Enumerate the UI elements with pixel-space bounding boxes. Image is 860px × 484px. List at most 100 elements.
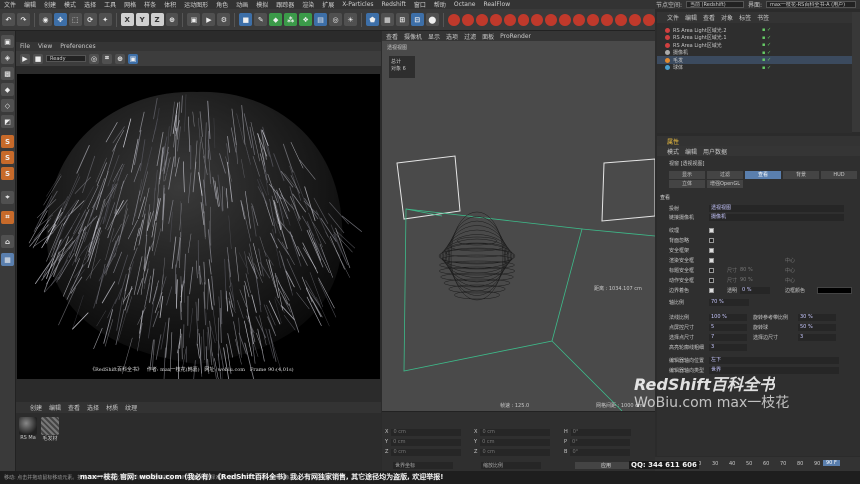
material-menu-item[interactable]: 编辑 xyxy=(49,403,61,412)
menu-item[interactable]: 工具 xyxy=(100,0,120,9)
render-view-menu-item[interactable]: Preferences xyxy=(60,43,95,50)
redshift-icon-10[interactable] xyxy=(573,13,586,26)
render-stop-icon[interactable]: ■ xyxy=(33,53,43,64)
drop-icon[interactable]: ⬤ xyxy=(425,13,439,26)
material-menu-item[interactable]: 创建 xyxy=(30,403,42,412)
rot-h-input[interactable]: 0° xyxy=(570,429,631,436)
render-view-icon[interactable]: ▣ xyxy=(187,13,201,26)
pen-icon[interactable]: ✎ xyxy=(254,13,268,26)
viewport-menu-item[interactable]: ProRender xyxy=(500,33,531,40)
render-play-icon[interactable]: ▶ xyxy=(20,53,30,64)
region-icon[interactable]: ▣ xyxy=(128,53,138,64)
menu-item[interactable]: 帮助 xyxy=(430,0,450,9)
apply-button[interactable]: 应用 xyxy=(575,462,635,469)
tag-icon[interactable]: ⬟ xyxy=(365,13,379,26)
menu-item[interactable]: 模式 xyxy=(60,0,80,9)
object-menu-item[interactable]: 查看 xyxy=(703,13,715,22)
polygons-mode-icon[interactable]: ◩ xyxy=(1,115,14,128)
texture-mode-icon[interactable]: ▩ xyxy=(1,67,14,80)
timeline-current-frame[interactable]: 90 F xyxy=(823,460,840,466)
transparency-field[interactable]: 0 % xyxy=(740,287,770,294)
render-picture-viewer-icon[interactable]: ▶ xyxy=(202,13,216,26)
rotate-icon[interactable]: ⟳ xyxy=(83,13,97,26)
visibility-icon[interactable]: ▪ ✓ xyxy=(762,57,771,63)
border-color-swatch[interactable] xyxy=(817,287,852,294)
live-select-icon[interactable]: ◉ xyxy=(38,13,52,26)
field-value-2[interactable]: 50 % xyxy=(798,323,836,331)
light-icon[interactable]: ☀ xyxy=(344,13,357,26)
redshift-icon-11[interactable] xyxy=(587,13,600,26)
attribute-tab[interactable]: 增强OpenGL xyxy=(707,180,743,188)
attribute-menu-item[interactable]: 模式 xyxy=(667,147,679,156)
object-row[interactable]: 球体 ▪ ✓ xyxy=(657,64,852,72)
render-status-dropdown[interactable]: Ready xyxy=(46,55,86,62)
visibility-icon[interactable]: ▪ ✓ xyxy=(762,50,771,56)
size-x-input[interactable]: 0 cm xyxy=(480,429,551,436)
menu-item[interactable]: 编辑 xyxy=(20,0,40,9)
field-value[interactable]: 3 xyxy=(709,343,747,351)
snap-icon[interactable]: ⌖ xyxy=(1,191,14,204)
axis-position-dropdown[interactable]: 左下 xyxy=(709,356,839,364)
attribute-menu-item[interactable]: 用户数据 xyxy=(703,147,727,156)
redshift-icon-15[interactable] xyxy=(643,13,656,26)
menu-item[interactable]: 体积 xyxy=(160,0,180,9)
attribute-menu-item[interactable]: 编辑 xyxy=(685,147,697,156)
option-checkbox[interactable] xyxy=(709,257,714,263)
render-view-menu-item[interactable]: View xyxy=(38,43,52,50)
subdivision-icon[interactable]: ◆ xyxy=(269,13,283,26)
redshift-icon-2[interactable] xyxy=(461,13,474,26)
attribute-tab[interactable]: 过滤 xyxy=(707,171,743,179)
option-checkbox[interactable] xyxy=(709,277,714,283)
cloner-icon[interactable]: ⁂ xyxy=(284,13,298,26)
attribute-tab[interactable]: 查看 xyxy=(745,171,781,179)
grid-toggle-icon[interactable]: ▦ xyxy=(1,253,14,266)
coordinate-system-icon[interactable]: ⊕ xyxy=(165,13,179,26)
render-view-menu-item[interactable]: File xyxy=(20,43,30,50)
menu-item[interactable]: 渲染 xyxy=(298,0,318,9)
attribute-tab[interactable]: 显示 xyxy=(669,171,705,179)
menu-item[interactable]: 创建 xyxy=(40,0,60,9)
menu-item[interactable]: RealFlow xyxy=(479,1,514,8)
attribute-tab[interactable]: 立体 xyxy=(669,180,705,188)
material-menu-item[interactable]: 材质 xyxy=(106,403,118,412)
viewport-menu-item[interactable]: 面板 xyxy=(482,32,494,41)
redshift-icon-12[interactable] xyxy=(601,13,614,26)
object-menu-item[interactable]: 标签 xyxy=(739,13,751,22)
node-space-dropdown[interactable]: 当前 (Redshift) xyxy=(685,1,744,8)
solo-icon[interactable]: S xyxy=(1,135,14,148)
option-checkbox[interactable] xyxy=(709,227,714,233)
x-axis-button[interactable]: X xyxy=(120,13,134,26)
zoom-icon[interactable]: ⊕ xyxy=(115,53,125,64)
coord-z-input[interactable]: 0 cm xyxy=(391,449,462,456)
crop-icon[interactable]: ⌗ xyxy=(102,53,112,64)
camera-icon[interactable]: ◎ xyxy=(329,13,343,26)
undo-icon[interactable]: ↶ xyxy=(2,13,15,26)
solo-hierarchy-icon[interactable]: S xyxy=(1,151,14,164)
axis-scale-field[interactable]: 70 % xyxy=(709,298,749,306)
sculpt-icon[interactable]: ⊟ xyxy=(410,13,424,26)
redshift-icon-8[interactable] xyxy=(545,13,558,26)
viewport-menu-item[interactable]: 查看 xyxy=(386,32,398,41)
deformer-icon[interactable]: ❖ xyxy=(299,13,313,26)
perspective-viewport[interactable] xyxy=(382,41,655,411)
redshift-icon-7[interactable] xyxy=(531,13,544,26)
visibility-icon[interactable]: ▪ ✓ xyxy=(762,35,771,41)
menu-item[interactable]: 扩展 xyxy=(318,0,338,9)
menu-item[interactable]: 动画 xyxy=(232,0,252,9)
z-axis-button[interactable]: Z xyxy=(150,13,164,26)
redshift-icon-3[interactable] xyxy=(475,13,488,26)
menu-item[interactable]: 模拟 xyxy=(252,0,272,9)
linked-camera-field[interactable]: 摄像机 xyxy=(709,213,844,221)
material-hair[interactable]: 毛发材 xyxy=(40,417,60,442)
material-menu-item[interactable]: 纹理 xyxy=(125,403,137,412)
redshift-icon-5[interactable] xyxy=(503,13,516,26)
redshift-icon-13[interactable] xyxy=(615,13,628,26)
field-value[interactable]: 7 xyxy=(709,333,747,341)
redshift-icon-4[interactable] xyxy=(489,13,502,26)
object-menu-item[interactable]: 书签 xyxy=(757,13,769,22)
field-value-2[interactable]: 3 xyxy=(798,333,836,341)
y-axis-button[interactable]: Y xyxy=(135,13,149,26)
option-checkbox[interactable] xyxy=(709,287,714,293)
side-tabs[interactable] xyxy=(852,12,860,132)
menu-item[interactable]: 运动图形 xyxy=(180,0,212,9)
